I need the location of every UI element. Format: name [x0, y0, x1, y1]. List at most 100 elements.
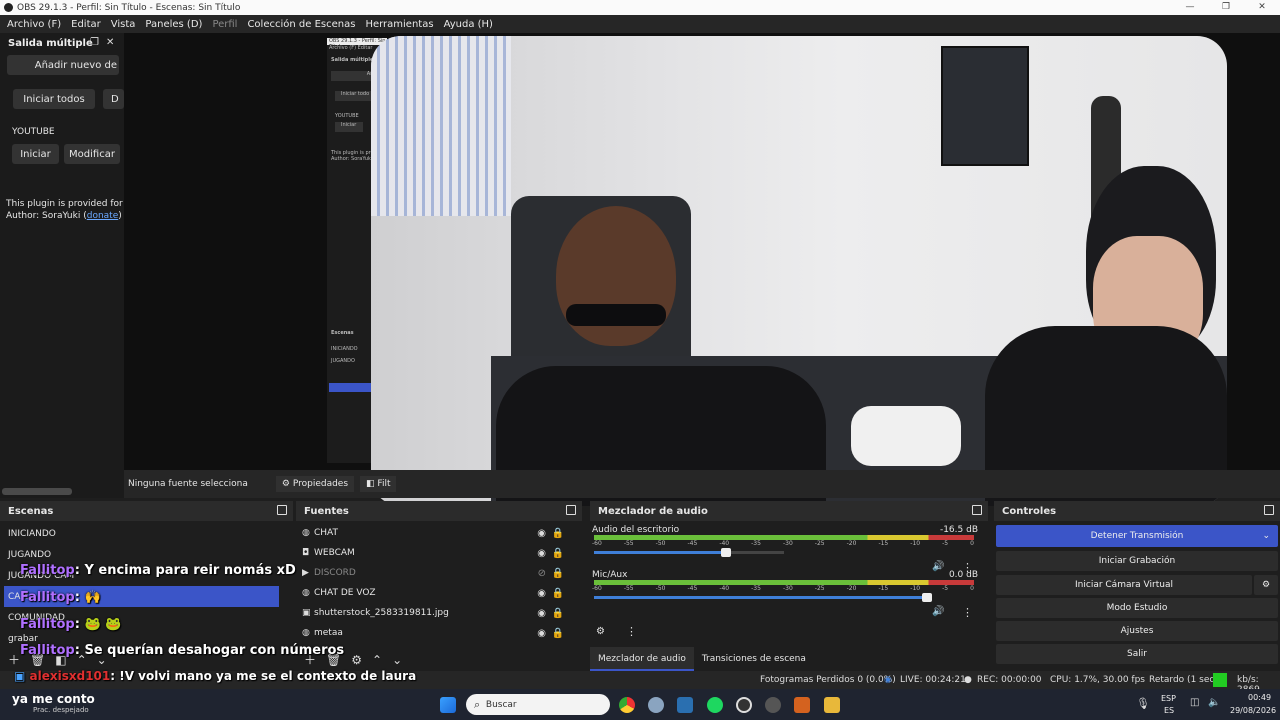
- brave-icon[interactable]: [794, 697, 810, 713]
- network-icon[interactable]: ◫: [1190, 697, 1199, 708]
- window-title: OBS 29.1.3 - Perfil: Sin Título - Escena…: [17, 2, 241, 13]
- menu-archivo[interactable]: Archivo (F): [2, 19, 66, 30]
- start-all-button[interactable]: Iniciar todos: [13, 89, 95, 109]
- stop-streaming-button[interactable]: Detener Transmisión ⌄: [996, 525, 1278, 547]
- lock-icon[interactable]: 🔒: [552, 628, 564, 639]
- source-item[interactable]: ▣ shutterstock_2583319811.jpg ◉ 🔒: [296, 603, 582, 623]
- chevron-down-icon[interactable]: ⌄: [1262, 531, 1270, 541]
- float-icon[interactable]: [1264, 505, 1274, 515]
- advanced-audio-icon[interactable]: ⚙: [596, 626, 605, 637]
- chevron-down-icon[interactable]: ⌄: [392, 653, 402, 667]
- studio-mode-button[interactable]: Modo Estudio: [996, 598, 1278, 618]
- menu-coleccion[interactable]: Colección de Escenas: [242, 19, 360, 30]
- source-item[interactable]: ◍ CHAT DE VOZ ◉ 🔒: [296, 583, 582, 603]
- eye-icon[interactable]: ◉: [537, 548, 546, 559]
- level-meter: [594, 535, 974, 540]
- steam-icon[interactable]: [677, 697, 693, 713]
- tab-scene-transitions[interactable]: Transiciones de escena: [694, 647, 814, 671]
- more-options-icon[interactable]: ⋮: [626, 625, 637, 638]
- start-recording-button[interactable]: Iniciar Grabación: [996, 551, 1278, 571]
- exit-button[interactable]: Salir: [996, 644, 1278, 664]
- horizontal-scrollbar[interactable]: [2, 488, 72, 495]
- nested-scenes: Escenas: [331, 330, 354, 336]
- menu-vista[interactable]: Vista: [106, 19, 141, 30]
- tab-audio-mixer[interactable]: Mezclador de audio: [590, 647, 694, 671]
- menu-perfil[interactable]: Perfil: [207, 19, 242, 30]
- app-icon[interactable]: [765, 697, 781, 713]
- play-icon: ▶: [302, 568, 309, 578]
- start-target-button[interactable]: Iniciar: [12, 144, 59, 164]
- menu-editar[interactable]: Editar: [66, 19, 106, 30]
- source-item[interactable]: ◍ metaa ◉ 🔒: [296, 623, 582, 643]
- eye-icon[interactable]: ◉: [537, 528, 546, 539]
- source-item[interactable]: ◘ WEBCAM ◉ 🔒: [296, 543, 582, 563]
- channel-name: Audio del escritorio: [592, 525, 680, 535]
- close-icon[interactable]: ✕: [1244, 0, 1280, 15]
- filters-button[interactable]: ◧ Filt: [360, 476, 397, 492]
- dock-title: Salida múltiple: [8, 38, 93, 49]
- scene-item[interactable]: INICIANDO: [0, 523, 293, 544]
- folder-icon[interactable]: [824, 697, 840, 713]
- clock-time[interactable]: 00:49: [1248, 693, 1271, 702]
- lock-icon[interactable]: 🔒: [552, 588, 564, 599]
- add-icon[interactable]: ＋: [8, 651, 20, 668]
- nested-scene-2: JUGANDO: [331, 358, 355, 364]
- controls-dock: Controles Detener Transmisión ⌄ Iniciar G…: [994, 501, 1280, 671]
- mixer-title: Mezclador de audio: [598, 505, 708, 517]
- menu-ayuda[interactable]: Ayuda (H): [439, 19, 498, 30]
- modify-target-button[interactable]: Modificar: [64, 144, 120, 164]
- minimize-icon[interactable]: —: [1172, 0, 1208, 15]
- menu-paneles[interactable]: Paneles (D): [140, 19, 207, 30]
- eye-icon[interactable]: ◉: [537, 608, 546, 619]
- lock-icon[interactable]: 🔒: [552, 528, 564, 539]
- lock-icon[interactable]: 🔒: [552, 548, 564, 559]
- donate-link[interactable]: donate: [87, 211, 119, 221]
- gear-icon[interactable]: ⚙: [351, 653, 362, 667]
- windows-start-icon[interactable]: [440, 697, 456, 713]
- microphone-icon[interactable]: 🎙: [1136, 697, 1150, 710]
- properties-button[interactable]: ⚙ Propiedades: [275, 476, 355, 492]
- language-code[interactable]: ESP: [1161, 694, 1176, 703]
- scene-item[interactable]: JUGANDO: [0, 544, 293, 565]
- source-item[interactable]: ◍ CHAT ◉ 🔒: [296, 523, 582, 543]
- close-icon[interactable]: ✕: [106, 37, 114, 48]
- volume-icon[interactable]: 🔈: [1208, 697, 1220, 708]
- float-icon[interactable]: [972, 505, 982, 515]
- more-options-icon[interactable]: ⋮: [962, 606, 973, 619]
- add-target-button[interactable]: Añadir nuevo de: [7, 55, 119, 75]
- float-icon[interactable]: [566, 505, 576, 515]
- taskbar-search[interactable]: ⌕ Buscar: [466, 694, 610, 715]
- globe-icon: ◍: [302, 588, 310, 598]
- windows-taskbar: ya me conto Prac. despejado ⌕ Buscar 🎙 E…: [0, 689, 1280, 720]
- chrome-icon[interactable]: [619, 697, 635, 713]
- scale-tick: -25: [814, 540, 825, 547]
- float-icon[interactable]: [277, 505, 287, 515]
- speaker-icon[interactable]: 🔊: [932, 606, 944, 617]
- lock-icon[interactable]: 🔒: [552, 608, 564, 619]
- source-item[interactable]: ▶ DISCORD ⊘ 🔒: [296, 563, 582, 583]
- maximize-icon[interactable]: ❐: [1208, 0, 1244, 15]
- chat-message: ▣ alexisxd101: !V volvi mano ya me se el…: [14, 669, 417, 683]
- spotify-icon[interactable]: [707, 697, 723, 713]
- eye-icon[interactable]: ◉: [537, 588, 546, 599]
- lock-icon[interactable]: 🔒: [552, 568, 564, 579]
- scale-tick: -50: [655, 585, 666, 592]
- gear-icon: ⚙: [281, 479, 290, 489]
- gear-icon[interactable]: ⚙: [1254, 575, 1278, 595]
- eye-off-icon[interactable]: ⊘: [538, 568, 546, 579]
- settings-button[interactable]: Ajustes: [996, 621, 1278, 641]
- weather-title[interactable]: ya me conto: [12, 692, 95, 706]
- settings-icon[interactable]: [648, 697, 664, 713]
- stop-all-button[interactable]: D: [103, 89, 124, 109]
- scale-tick: -60: [592, 585, 602, 592]
- start-virtual-camera-button[interactable]: Iniciar Cámara Virtual: [996, 575, 1252, 595]
- search-icon: ⌕: [474, 697, 481, 711]
- obs-icon[interactable]: [736, 697, 752, 713]
- eye-icon[interactable]: ◉: [537, 628, 546, 639]
- scale-tick: -30: [782, 540, 793, 547]
- menu-herramientas[interactable]: Herramientas: [360, 19, 438, 30]
- meter-fill: [594, 535, 974, 540]
- chevron-up-icon[interactable]: ⌃: [372, 653, 382, 667]
- float-icon[interactable]: ❐: [90, 37, 99, 48]
- volume-slider[interactable]: [594, 593, 932, 602]
